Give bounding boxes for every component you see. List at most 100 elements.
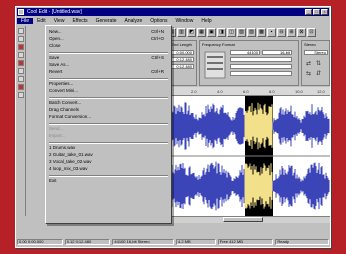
toolbar-button[interactable]: ◫ [227, 27, 236, 37]
channel-value[interactable]: Stereo [304, 50, 328, 55]
status-field: 44100 16-bit Stereo [112, 239, 174, 245]
file-menu-dropdown: New... Ctrl+N Open... Ctrl+O Close Save Ctrl+S… [45, 25, 172, 224]
title-bar: Cool Edit - [Untitled.wav] _ □ × [17, 8, 329, 16]
menu-help[interactable]: Help [197, 18, 215, 24]
ruler-tick: 12.0 [317, 89, 325, 94]
file-menu-item[interactable]: Close [49, 43, 168, 49]
menu-file[interactable]: File [17, 18, 34, 24]
frequency-value[interactable]: 44100 [230, 50, 260, 55]
file-menu-item[interactable]: Convert Mini... [49, 88, 168, 94]
status-field: Free 412 MB [217, 239, 274, 245]
file-menu-item-shortcut: Ctrl+R [151, 69, 164, 74]
menu-separator [49, 52, 168, 54]
menu-bar: File Edit View Effects Generate Analyze … [17, 17, 329, 25]
file-menu-item-shortcut: Ctrl+O [150, 36, 164, 41]
file-menu-item-label: Batch Convert... [49, 100, 82, 105]
file-menu-item[interactable]: 2 Guitar_take_01.wav [49, 152, 168, 158]
tool-icon[interactable] [18, 68, 24, 74]
file-menu-item-label: Properties... [49, 81, 74, 86]
file-menu-item-label: Open... [49, 36, 64, 41]
file-menu-item[interactable]: Open... Ctrl+O [49, 36, 168, 42]
svg-text:⇵: ⇵ [316, 71, 321, 77]
app-icon[interactable] [18, 9, 24, 15]
maximize-button[interactable]: □ [313, 9, 320, 15]
window-title: Cool Edit - [Untitled.wav] [27, 9, 82, 15]
file-menu-item[interactable]: Format Conversion... [49, 114, 168, 120]
format-cell [230, 64, 292, 69]
toolbar-button[interactable]: ⊞ [287, 27, 296, 37]
toolbar-button[interactable]: ⊠ [297, 27, 306, 37]
tool-icon[interactable] [18, 92, 24, 98]
file-menu-item[interactable]: Revert Ctrl+R [49, 69, 168, 75]
record-tool-icon[interactable] [18, 84, 24, 90]
toolbar-button[interactable]: ▧ [237, 27, 246, 37]
menu-effects[interactable]: Effects [68, 18, 91, 24]
stereo-meter-icon: ⇄ ⇅ ⇆ ⇵ [306, 60, 321, 77]
menu-window[interactable]: Window [172, 18, 198, 24]
status-field: 4.2 MB [176, 239, 216, 245]
menu-separator [49, 97, 168, 99]
file-menu-item[interactable]: 1 Drums.wav [49, 145, 168, 151]
bitdepth-value[interactable]: 16-bit [262, 50, 292, 55]
toolbar-button[interactable]: ▨ [247, 27, 256, 37]
toolbar-button[interactable]: ▪ [267, 27, 276, 37]
toolbar: ◧ ▤ ▥ ◩ ▦ ▣ ◨ ◫ ▧ ▨ ▩ ▪ ⊟ ⊞ ⊠ ⊡ [157, 26, 330, 38]
toolbar-button[interactable]: ◩ [187, 27, 196, 37]
scrollbar-thumb[interactable] [223, 217, 263, 222]
status-bar: 0.00 0:00.000 0.12 0:12.480 44100 16-bit… [17, 238, 329, 246]
stereo-panel-header: Stereo [304, 42, 316, 47]
tool-icon[interactable] [18, 52, 24, 58]
format-cell [230, 71, 292, 76]
file-menu-item-label: 4 loop_mix_03.wav [49, 166, 88, 171]
file-menu-item[interactable]: Drag Channels [49, 107, 168, 113]
level-meter-icon [204, 51, 226, 79]
tool-icon[interactable] [18, 28, 24, 34]
ruler-tick: 2.0 [191, 89, 197, 94]
svg-text:⇄: ⇄ [306, 60, 311, 67]
status-field: 0.12 0:12.480 [64, 239, 111, 245]
file-menu-item[interactable]: Save As... [49, 62, 168, 68]
svg-text:⇆: ⇆ [306, 70, 311, 77]
ruler-tick: 8.0 [269, 89, 275, 94]
toolbar-button[interactable]: ▦ [197, 27, 206, 37]
file-menu-item-label: Save [49, 55, 60, 60]
file-menu-item[interactable]: Import... [49, 133, 168, 139]
menu-options[interactable]: Options [146, 18, 171, 24]
toolbar-button[interactable]: ⊟ [277, 27, 286, 37]
file-menu-item[interactable]: Exit [49, 178, 168, 184]
file-menu-item[interactable]: Send... [49, 126, 168, 132]
tool-icon[interactable] [18, 76, 24, 82]
file-menu-item[interactable]: Save Ctrl+S [49, 55, 168, 61]
minimize-button[interactable]: _ [305, 9, 312, 15]
record-tool-icon[interactable] [18, 60, 24, 66]
file-menu-item[interactable]: Properties... [49, 81, 168, 87]
file-menu-item-label: Drag Channels [49, 107, 80, 112]
menu-view[interactable]: View [50, 18, 69, 24]
file-menu-item[interactable]: New... Ctrl+N [49, 29, 168, 35]
menu-separator [49, 78, 168, 80]
close-button[interactable]: × [321, 9, 328, 15]
menu-analyze[interactable]: Analyze [121, 18, 147, 24]
record-tool-icon[interactable] [18, 44, 24, 50]
toolbar-button[interactable]: ▥ [177, 27, 186, 37]
file-menu-item[interactable]: 3 Vocal_take_02.wav [49, 159, 168, 165]
file-menu-item-shortcut: Ctrl+S [151, 55, 164, 60]
file-menu-item-label: New... [49, 29, 62, 34]
tool-icon[interactable] [18, 36, 24, 42]
status-field: 0.00 0:00.000 [17, 239, 63, 245]
status-field: Ready [275, 239, 329, 245]
toolbar-button[interactable]: ▣ [207, 27, 216, 37]
file-menu-item-label: Revert [49, 69, 63, 74]
file-menu-item[interactable]: 4 loop_mix_03.wav [49, 166, 168, 172]
menu-edit[interactable]: Edit [33, 18, 50, 24]
horizontal-scrollbar[interactable] [163, 216, 330, 223]
toolbar-button[interactable]: ◨ [217, 27, 226, 37]
time-ruler[interactable]: 0.0 2.0 4.0 6.0 8.0 10.0 12.0 [163, 87, 330, 96]
menu-separator [49, 142, 168, 144]
toolbar-button[interactable]: ⊡ [307, 27, 316, 37]
toolbar-button[interactable]: ▩ [257, 27, 266, 37]
waveform-display[interactable] [163, 96, 330, 216]
menu-generate[interactable]: Generate [92, 18, 121, 24]
file-menu-item[interactable]: Batch Convert... [49, 100, 168, 106]
stereo-panel: Stereo Stereo ⇄ ⇅ ⇆ ⇵ [301, 40, 330, 86]
